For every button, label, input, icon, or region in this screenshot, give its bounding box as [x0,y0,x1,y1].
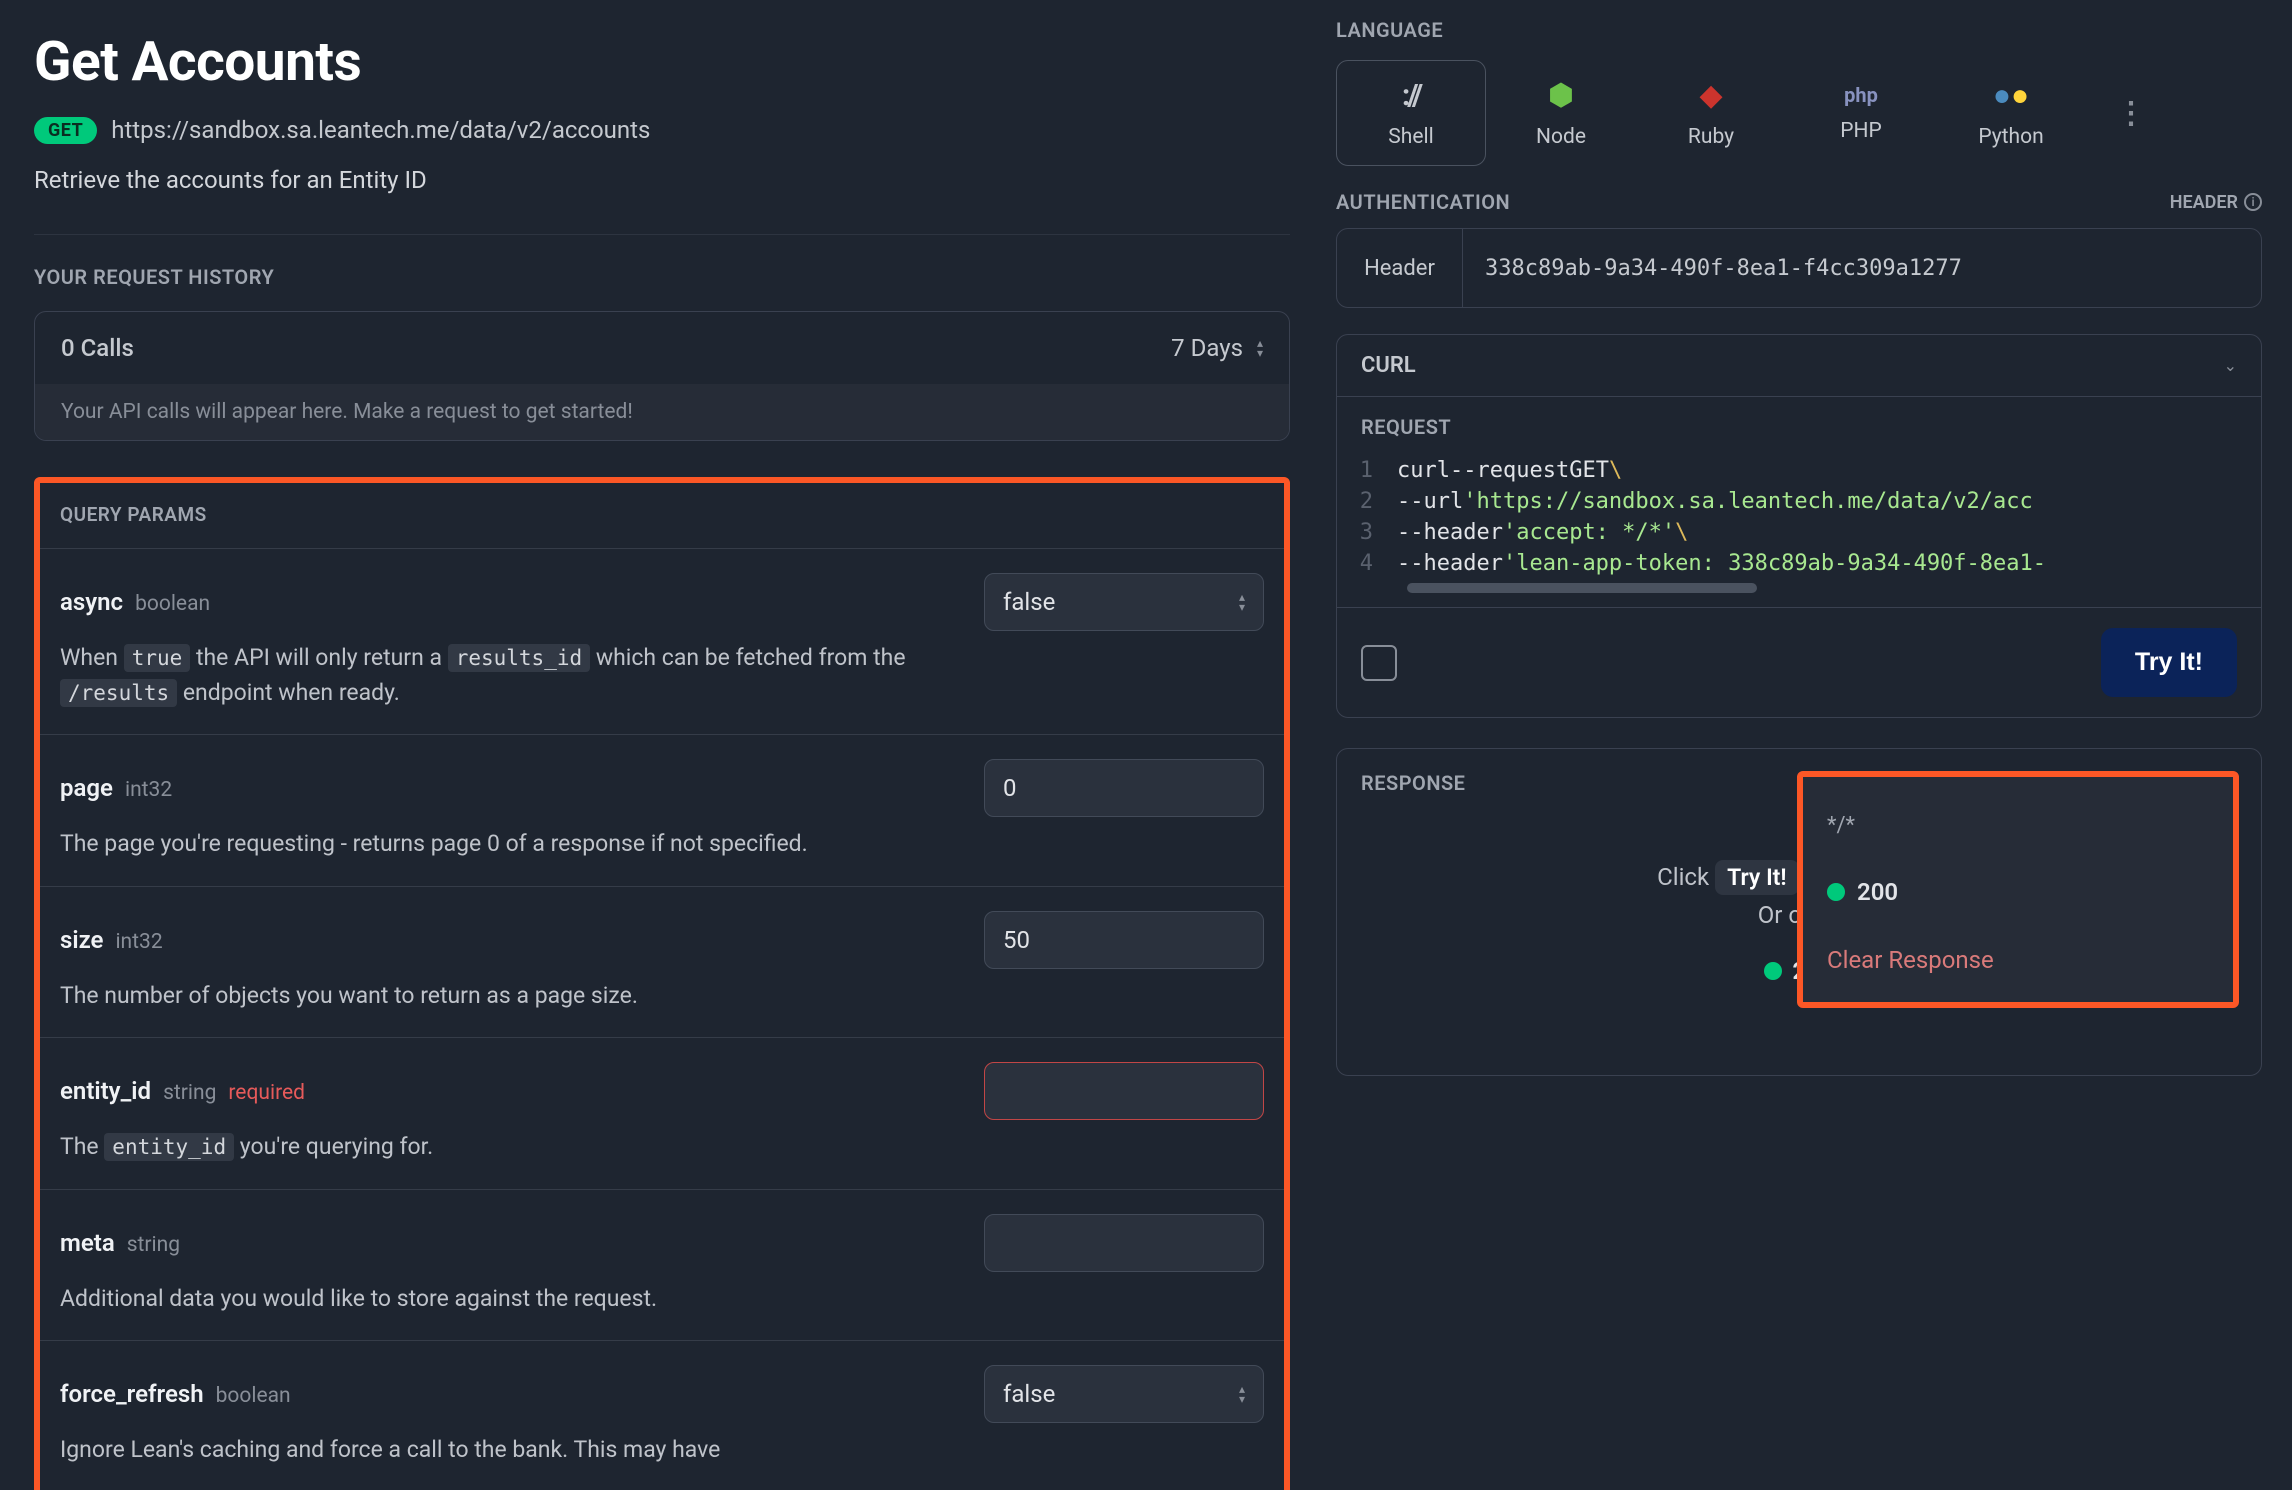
param-select-force-refresh[interactable]: false [984,1365,1264,1423]
php-icon: php [1844,83,1878,107]
auth-section: AUTHENTICATION HEADER i Header 338c89ab-… [1336,190,2262,308]
param-type: int32 [125,778,172,802]
code-header[interactable]: CURL ⌄ [1337,335,2261,397]
param-name: entity_id [60,1077,151,1105]
request-label: REQUEST [1337,397,2261,447]
info-icon: i [2244,193,2262,211]
auth-value-input[interactable]: 338c89ab-9a34-490f-8ea1-f4cc309a1277 [1463,229,2261,307]
try-it-button[interactable]: Try It! [2101,628,2237,697]
history-range-value: 7 Days [1171,334,1243,362]
param-desc: The number of objects you want to return… [60,979,940,1014]
history-section-label: YOUR REQUEST HISTORY [34,265,1290,289]
try-it-inline[interactable]: Try It! [1715,860,1798,895]
input-value: 0 [1003,774,1017,802]
param-type: boolean [135,592,210,616]
param-type: boolean [216,1384,291,1408]
horizontal-scrollbar[interactable] [1407,583,2237,593]
status-dot-icon [1764,962,1782,980]
param-name: async [60,588,123,616]
param-desc: Additional data you would like to store … [60,1282,940,1317]
copy-icon[interactable] [1361,645,1397,681]
lang-tab-label: Ruby [1688,125,1734,149]
lang-tab-node[interactable]: ⬢ Node [1486,60,1636,166]
input-value: 50 [1003,926,1030,954]
param-row-meta: meta string Additional data you would li… [40,1189,1284,1341]
endpoint-description: Retrieve the accounts for an Entity ID [34,166,1290,194]
param-input-meta[interactable] [984,1214,1264,1272]
param-name: page [60,774,113,802]
param-name: force_refresh [60,1380,204,1408]
param-input-page[interactable]: 0 [984,759,1264,817]
lang-tab-label: Shell [1388,125,1433,149]
lang-tab-python[interactable]: ●● Python [1936,60,2086,166]
chevron-updown-icon [1257,338,1263,358]
param-type: string [127,1233,180,1257]
curl-label: CURL [1361,353,1416,378]
param-name: meta [60,1229,115,1257]
lang-tab-shell[interactable]: :// Shell [1336,60,1486,166]
param-name: size [60,926,103,954]
param-select-async[interactable]: false [984,573,1264,631]
param-desc: The entity_id you're querying for. [60,1130,940,1165]
chevron-updown-icon [1239,592,1245,612]
param-desc: Ignore Lean's caching and force a call t… [60,1433,940,1468]
ruby-icon: ◆ [1699,78,1722,113]
http-method-badge: GET [34,117,97,144]
lang-tab-label: Node [1536,125,1586,149]
param-desc: When true the API will only return a res… [60,641,940,710]
lang-tab-label: PHP [1840,119,1881,143]
examples-popup: */* 200 Clear Response [1797,771,2239,1008]
endpoint-url: https://sandbox.sa.leantech.me/data/v2/a… [111,116,650,144]
auth-key-label: Header [1337,229,1463,307]
history-calls: 0 Calls [61,334,134,362]
language-section: LANGUAGE :// Shell ⬢ Node ◆ Ruby php PHP [1336,18,2262,166]
query-params-box: QUERY PARAMS async boolean false When tr… [34,477,1290,1490]
python-icon: ●● [1993,78,2029,113]
status-dot-icon [1827,883,1845,901]
param-desc: The page you're requesting - returns pag… [60,827,940,862]
language-label: LANGUAGE [1336,18,2262,42]
lang-tab-ruby[interactable]: ◆ Ruby [1636,60,1786,166]
page-title: Get Accounts [34,30,1290,94]
popup-status-row[interactable]: 200 [1827,878,2209,906]
divider [34,234,1290,235]
response-box: RESPONSE EXAMPLES ⌄ Click Try It! to sta… [1336,748,2262,1076]
param-row-page: page int32 0 The page you're requesting … [40,734,1284,886]
select-value: false [1003,588,1055,616]
clear-response-button[interactable]: Clear Response [1827,946,2209,974]
history-box: 0 Calls 7 Days Your API calls will appea… [34,311,1290,441]
param-required: required [228,1081,305,1105]
lang-tab-label: Python [1978,125,2043,149]
param-row-async: async boolean false When true the API wi… [40,548,1284,734]
chevron-down-icon: ⌄ [2224,356,2237,375]
auth-label: AUTHENTICATION [1336,190,1510,214]
code-content[interactable]: 1curl --request GET \ 2 --url 'https://s… [1337,447,2261,607]
query-params-label: QUERY PARAMS [40,503,1284,548]
auth-header-tag[interactable]: HEADER i [2170,192,2262,213]
history-empty-message: Your API calls will appear here. Make a … [35,384,1289,440]
param-row-entity-id: entity_id string required The entity_id … [40,1037,1284,1189]
lang-tab-php[interactable]: php PHP [1786,60,1936,166]
endpoint-row: GET https://sandbox.sa.leantech.me/data/… [34,116,1290,144]
chevron-updown-icon [1239,1384,1245,1404]
param-input-entity-id[interactable] [984,1062,1264,1120]
popup-accept: */* [1827,813,2209,838]
param-row-size: size int32 50 The number of objects you … [40,886,1284,1038]
code-box: CURL ⌄ REQUEST 1curl --request GET \ 2 -… [1336,334,2262,718]
param-input-size[interactable]: 50 [984,911,1264,969]
param-type: string [163,1081,216,1105]
node-icon: ⬢ [1548,78,1574,113]
select-value: false [1003,1380,1055,1408]
shell-icon: :// [1402,78,1420,113]
param-type: int32 [115,930,162,954]
history-range-selector[interactable]: 7 Days [1171,334,1263,362]
response-label: RESPONSE [1361,771,1465,795]
param-row-force-refresh: force_refresh boolean false Ignore Lean'… [40,1340,1284,1490]
lang-more-button[interactable]: ⋮ [2106,96,2156,131]
